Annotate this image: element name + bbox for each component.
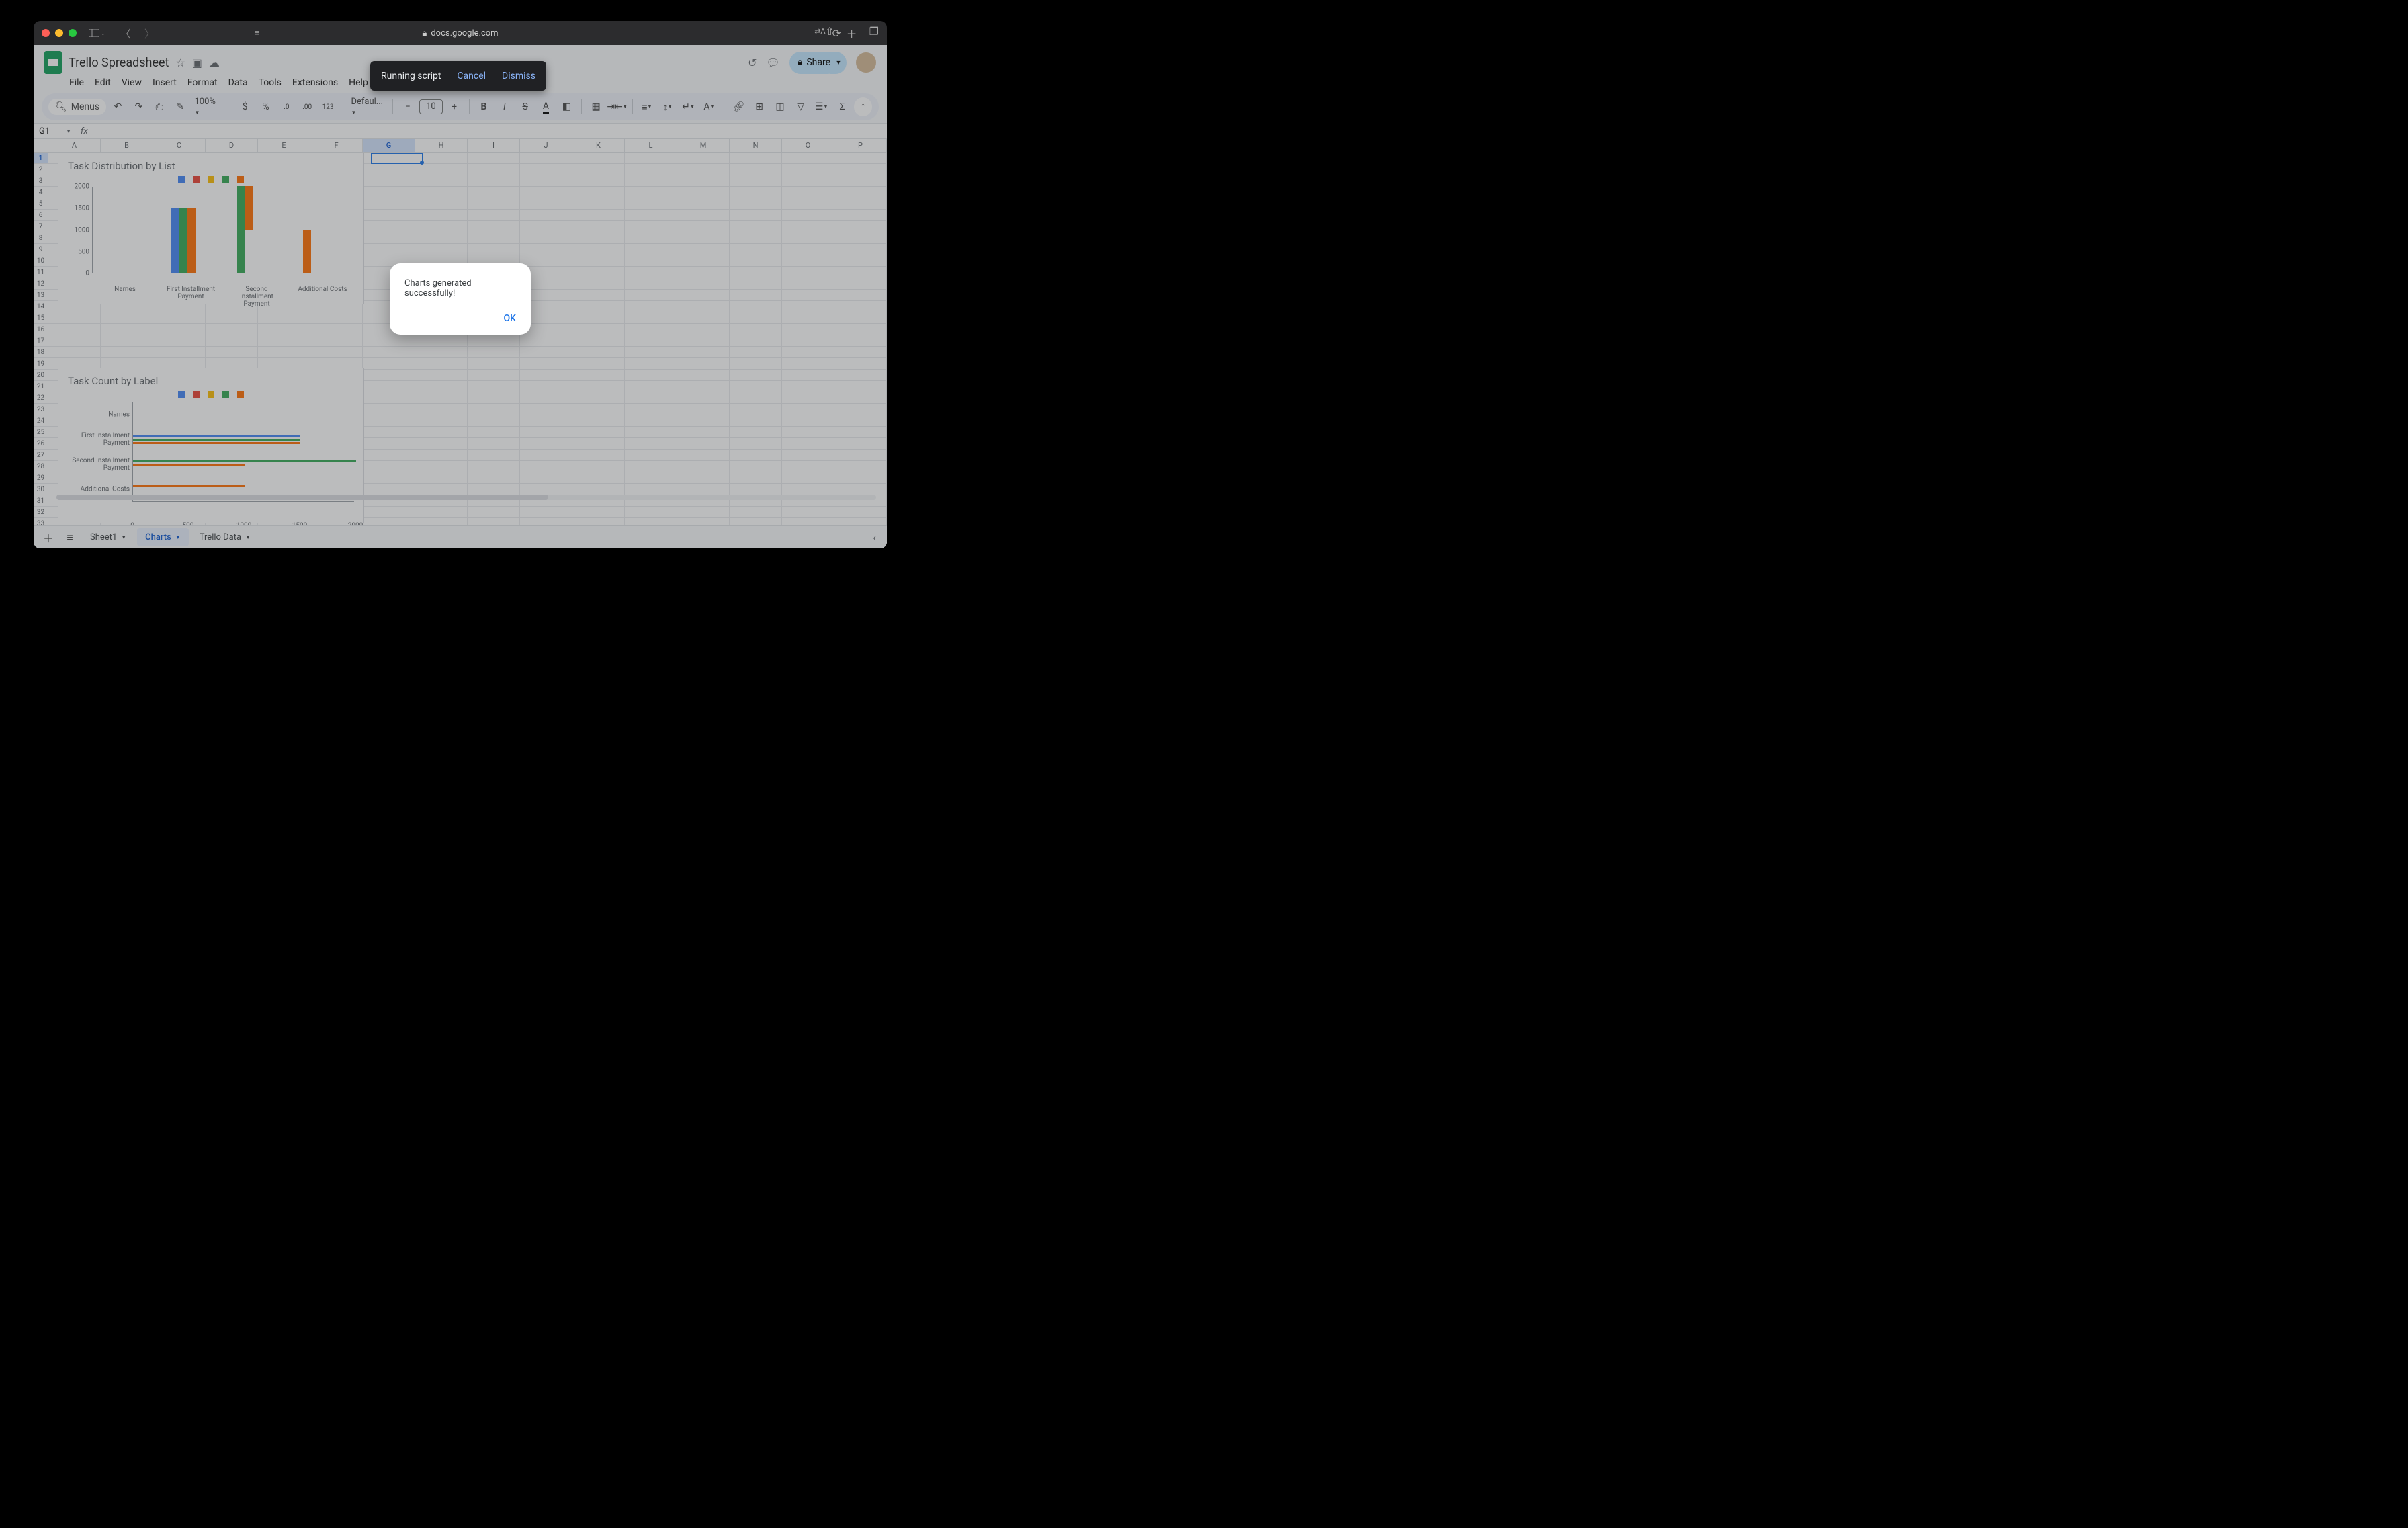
url-host: docs.google.com [431,28,498,38]
toast-cancel-button[interactable]: Cancel [457,71,486,81]
reload-button[interactable]: ⟳ [832,27,841,40]
dialog-ok-button[interactable]: OK [404,313,516,324]
toast-message: Running script [381,71,441,81]
address-bar[interactable]: ≡ 🔒︎ docs.google.com [422,28,498,38]
dialog-message: Charts generated successfully! [404,278,516,298]
close-window-button[interactable] [42,29,50,37]
translate-icon[interactable]: ⇄A [814,27,825,40]
running-script-toast: Running script Cancel Dismiss [370,61,546,91]
maximize-window-button[interactable] [69,29,77,37]
back-button[interactable]: 〈 [120,25,131,41]
reader-icon: ≡ [254,28,259,38]
sidebar-toggle-button[interactable]: ⌄ [89,29,105,37]
lock-icon: 🔒︎ [422,28,427,38]
browser-chrome: ⌄ 〈 〉 ≡ 🔒︎ docs.google.com ⇄A ⟳ ⇧ ＋ ❐ [34,21,887,45]
new-tab-button[interactable]: ＋ [847,25,857,41]
minimize-window-button[interactable] [55,29,63,37]
toast-dismiss-button[interactable]: Dismiss [502,71,535,81]
tabs-overview-button[interactable]: ❐ [869,25,879,41]
alert-dialog: Charts generated successfully! OK [390,263,531,335]
window-controls [42,29,77,37]
forward-button[interactable]: 〉 [144,25,155,41]
